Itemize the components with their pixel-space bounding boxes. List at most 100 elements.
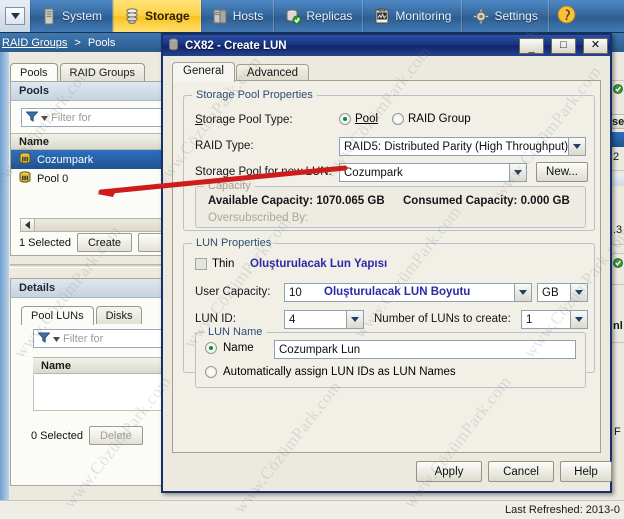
help-button[interactable] <box>548 0 583 32</box>
toolbar-item-system[interactable]: System <box>30 0 114 32</box>
breadcrumb-link-raid-groups[interactable]: RAID Groups <box>2 37 67 49</box>
new-pool-button[interactable]: New... <box>536 162 588 182</box>
capacity-unit-value: GB <box>542 286 559 299</box>
storage-pool-value: Cozumpark <box>344 166 403 179</box>
help-icon <box>557 5 576 27</box>
capacity-group: Capacity Available Capacity: 1070.065 GB… <box>195 180 586 228</box>
thin-checkbox-option[interactable]: Thin <box>195 258 234 270</box>
toolbar-dropdown-zone[interactable] <box>0 0 30 32</box>
dialog-body: General Advanced Storage Pool Properties… <box>163 56 612 491</box>
chevron-down-icon[interactable] <box>568 138 585 155</box>
minimize-icon: _ <box>528 41 535 54</box>
auto-assign-label: Automatically assign LUN IDs as LUN Name… <box>223 366 456 378</box>
auto-assign-radio[interactable] <box>205 366 217 378</box>
tab-general[interactable]: General <box>172 62 235 82</box>
toolbar-item-settings[interactable]: Settings <box>462 0 549 32</box>
pool-radio-option[interactable]: Pool <box>339 113 378 125</box>
toolbar-item-label: System <box>62 9 103 23</box>
application-window: System Storage Hosts Replicas Monitoring <box>0 0 624 519</box>
create-lun-dialog: CX82 - Create LUN _ □ ✕ General Advanced <box>161 33 612 493</box>
thin-annotation: Oluşturulacak Lun Yapısı <box>250 258 388 270</box>
raid-type-select[interactable]: RAID5: Distributed Parity (High Throughp… <box>339 137 586 156</box>
storage-pool-properties-group: Storage Pool Properties SStorage Pool Ty… <box>183 89 595 231</box>
cancel-button[interactable]: Cancel <box>488 461 554 482</box>
name-radio-option[interactable]: Name <box>205 342 254 354</box>
pool-radio-label: Pool <box>355 113 379 125</box>
name-radio-label: Name <box>223 342 254 354</box>
breadcrumb-current: Pools <box>87 36 116 49</box>
user-capacity-label: User Capacity: <box>195 286 271 298</box>
chevron-down-icon[interactable] <box>346 311 363 328</box>
dialog-title-bar[interactable]: CX82 - Create LUN _ □ ✕ <box>163 35 610 56</box>
raid-group-radio-option[interactable]: RAID Group <box>392 113 471 125</box>
last-refreshed-text: Last Refreshed: 2013-0 <box>505 504 620 516</box>
lun-name-value: Cozumpark Lun <box>279 343 361 356</box>
pool-radio[interactable] <box>339 113 351 125</box>
available-capacity-text: Available Capacity: 1070.065 GB <box>208 195 385 207</box>
replica-status-icon <box>613 84 623 97</box>
raid-type-label: RAID Type: <box>195 140 254 152</box>
toolbar-item-label: Hosts <box>232 9 264 23</box>
lun-id-value: 4 <box>289 313 296 326</box>
minimize-button[interactable]: _ <box>519 37 544 54</box>
toolbar-item-label: Storage <box>145 9 190 23</box>
capacity-legend: Capacity <box>204 180 255 192</box>
chevron-down-icon[interactable] <box>514 284 531 301</box>
chevron-down-icon[interactable] <box>570 311 587 328</box>
help-button[interactable]: Help <box>560 461 612 482</box>
toolbar-item-label: Monitoring <box>395 9 452 23</box>
group-legend: Storage Pool Properties <box>192 89 317 101</box>
bg-fragment: nl <box>613 320 623 332</box>
toolbar-item-monitoring[interactable]: Monitoring <box>363 0 463 32</box>
storage-pool-label: Storage Pool for new LUN: <box>195 166 332 178</box>
chevron-down-icon[interactable] <box>509 164 526 181</box>
storage-pool-type-label: SStorage Pool Type:torage Pool Type: <box>195 114 293 126</box>
gear-icon <box>473 8 490 25</box>
help-button-label: Help <box>574 465 598 478</box>
storage-pool-select[interactable]: Cozumpark <box>339 163 527 182</box>
breadcrumb-separator: > <box>74 36 81 49</box>
number-of-luns-select[interactable]: 1 <box>521 310 588 329</box>
name-radio[interactable] <box>205 342 217 354</box>
toolbar-item-storage[interactable]: Storage <box>113 0 201 32</box>
auto-assign-radio-option[interactable]: Automatically assign LUN IDs as LUN Name… <box>205 366 456 378</box>
lun-name-input[interactable]: Cozumpark Lun <box>274 340 576 359</box>
user-capacity-annotation: Oluşturulacak LUN Boyutu <box>324 286 471 298</box>
capacity-unit-select[interactable]: GB <box>537 283 588 302</box>
lun-id-select[interactable]: 4 <box>284 310 364 329</box>
chevron-down-icon[interactable] <box>5 7 25 25</box>
lun-name-group: LUN Name Name Cozumpark Lun Automaticall… <box>195 326 586 388</box>
maximize-button[interactable]: □ <box>551 37 576 54</box>
close-icon: ✕ <box>590 39 601 51</box>
new-pool-button-label: New... <box>546 166 578 178</box>
status-bar: Last Refreshed: 2013-0 <box>0 500 624 519</box>
apply-button[interactable]: Apply <box>416 461 482 482</box>
bg-fragment: F <box>614 426 621 438</box>
raid-group-radio[interactable] <box>392 113 404 125</box>
maximize-icon: □ <box>560 39 567 51</box>
bg-fragment: se <box>612 116 624 128</box>
monitor-icon <box>374 8 390 25</box>
bg-cell <box>612 174 624 186</box>
number-of-luns-value: 1 <box>526 313 533 326</box>
replica-icon <box>285 8 302 25</box>
toolbar-item-replicas[interactable]: Replicas <box>274 0 364 32</box>
main-toolbar: System Storage Hosts Replicas Monitoring <box>0 0 624 33</box>
oversubscribed-text: Oversubscribed By: <box>208 212 309 224</box>
raid-type-value: RAID5: Distributed Parity (High Throughp… <box>344 140 568 153</box>
tab-label: Advanced <box>246 67 299 79</box>
app-icon <box>167 37 180 54</box>
chevron-down-icon[interactable] <box>570 284 587 301</box>
close-button[interactable]: ✕ <box>583 37 608 54</box>
raid-group-radio-label: RAID Group <box>408 113 471 125</box>
dialog-tabs: General Advanced <box>172 62 310 82</box>
toolbar-item-hosts[interactable]: Hosts <box>200 0 275 32</box>
thin-label: Thin <box>212 258 235 270</box>
thin-checkbox[interactable] <box>195 258 207 270</box>
dialog-title: CX82 - Create LUN <box>185 39 287 52</box>
toolbar-item-label: Settings <box>494 9 538 23</box>
toolbar-item-label: Replicas <box>306 9 353 23</box>
disk-stack-icon <box>124 7 140 25</box>
bg-fragment: .3 <box>613 224 623 236</box>
general-tab-pane: Storage Pool Properties SStorage Pool Ty… <box>172 80 601 453</box>
